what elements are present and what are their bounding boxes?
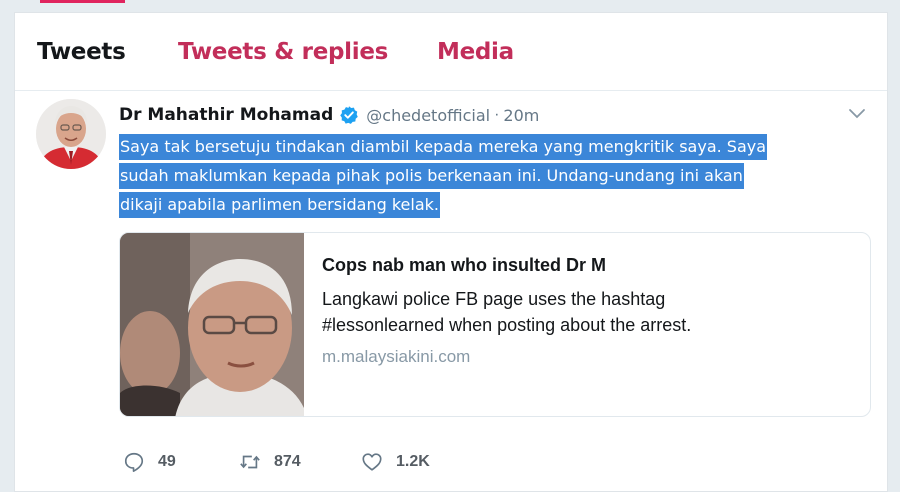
avatar[interactable] [36, 99, 106, 169]
verified-badge-icon [339, 105, 359, 125]
reply-icon [124, 452, 144, 472]
timeline-panel: Tweets Tweets & replies Media Dr Mahathi… [14, 12, 888, 492]
heart-icon [362, 453, 382, 471]
display-name[interactable]: Dr Mahathir Mohamad [119, 105, 333, 125]
link-preview-card[interactable]: Cops nab man who insulted Dr M Langkawi … [119, 232, 871, 417]
card-description: Langkawi police FB page uses the hashtag… [322, 286, 782, 338]
user-handle[interactable]: @chedetofficial [366, 106, 490, 125]
card-description-line: #lessonlearned when posting about the ar… [322, 315, 692, 335]
tweet-timestamp[interactable]: 20m [503, 106, 539, 125]
tab-media[interactable]: Media [437, 39, 514, 65]
like-count: 1.2K [396, 453, 430, 470]
retweet-count: 874 [274, 453, 301, 470]
top-accent-bar [40, 0, 125, 3]
meta-separator: · [494, 106, 500, 123]
tweet-header: Dr Mahathir Mohamad @chedetofficial · 20… [119, 103, 539, 127]
profile-tabs: Tweets Tweets & replies Media [15, 13, 887, 91]
tab-tweets[interactable]: Tweets [37, 39, 126, 65]
card-description-line: Langkawi police FB page uses the hashtag [322, 289, 666, 309]
card-domain: m.malaysiakini.com [322, 347, 471, 366]
reply-button[interactable]: 49 [123, 450, 176, 474]
card-thumbnail [120, 233, 304, 416]
avatar-portrait-icon [36, 99, 106, 169]
tweet-text-line: Saya tak bersetuju tindakan diambil kepa… [119, 134, 768, 160]
tweet-text-line: dikaji apabila parlimen bersidang kelak. [119, 192, 440, 218]
tweet-text: Saya tak bersetuju tindakan diambil kepa… [119, 132, 839, 219]
tweet-text-line: sudah maklumkan kepada pihak polis berke… [119, 163, 744, 189]
retweet-button[interactable]: 874 [239, 450, 301, 474]
tab-tweets-and-replies[interactable]: Tweets & replies [178, 39, 388, 65]
chevron-down-icon[interactable] [847, 107, 867, 121]
retweet-icon [240, 455, 260, 469]
reply-count: 49 [158, 453, 176, 470]
like-button[interactable]: 1.2K [361, 450, 430, 474]
card-title: Cops nab man who insulted Dr M [322, 255, 607, 275]
